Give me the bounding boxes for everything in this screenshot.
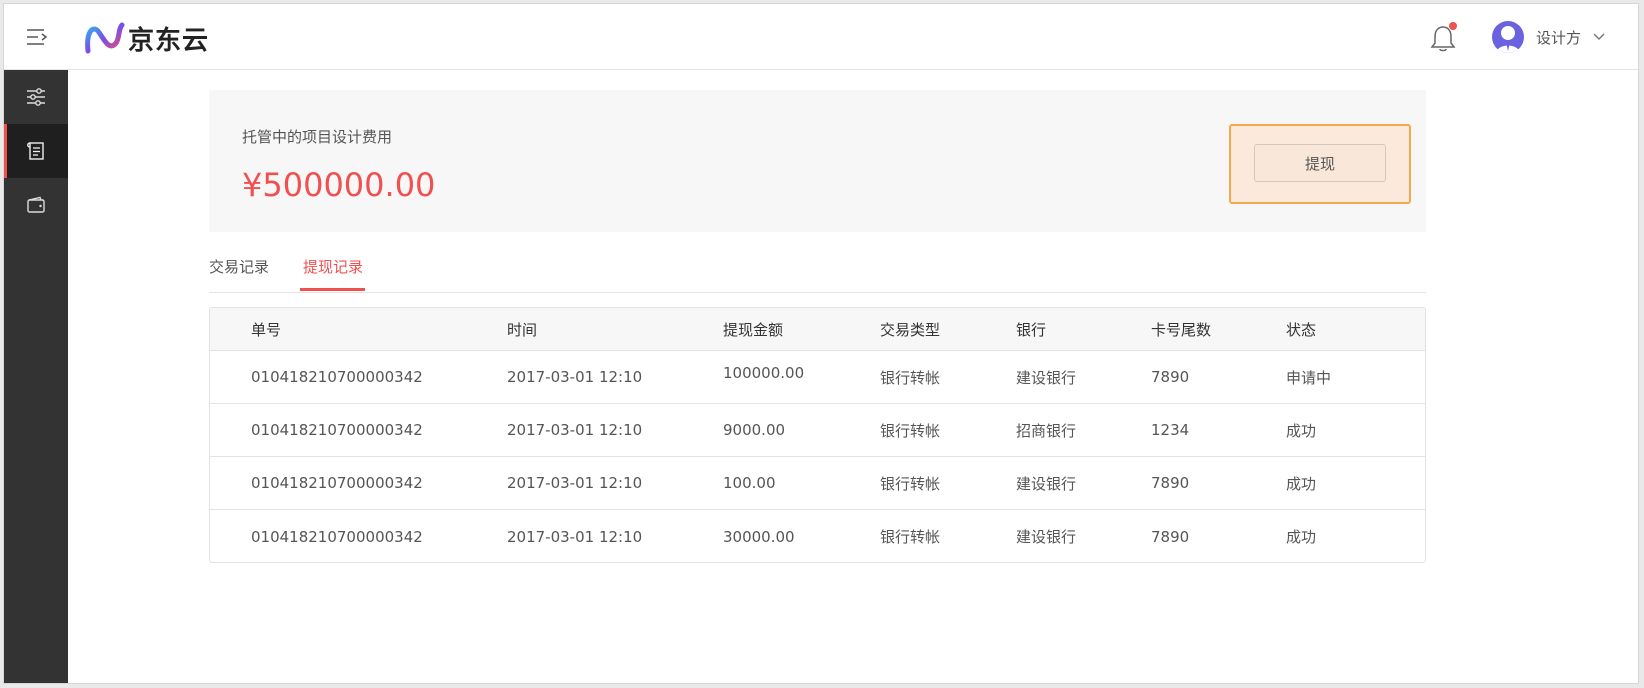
chevron-down-icon <box>1593 33 1605 40</box>
transaction-type: 银行转帐 <box>880 368 941 387</box>
column-header: 单号 <box>251 320 282 339</box>
column-header: 提现金额 <box>723 320 784 339</box>
order-number: 010418210700000342 <box>251 527 423 546</box>
column-header: 状态 <box>1286 320 1317 339</box>
brand-logo[interactable]: 京东云 <box>84 21 210 56</box>
active-tab-indicator <box>300 288 365 291</box>
card-tail: 7890 <box>1151 368 1190 386</box>
escrow-amount: ¥500000.00 <box>242 166 436 204</box>
column-header: 时间 <box>507 320 538 339</box>
column-header: 银行 <box>1016 320 1047 339</box>
table-row[interactable]: 010418210700000342 2017-03-01 12:10 9000… <box>210 404 1425 457</box>
receipt-icon <box>27 142 44 160</box>
brand-mark-icon <box>85 22 125 54</box>
bank: 建设银行 <box>1016 474 1077 493</box>
sidebar-item-wallet[interactable] <box>4 178 68 232</box>
escrow-label: 托管中的项目设计费用 <box>242 128 393 146</box>
status: 成功 <box>1286 421 1317 440</box>
status: 成功 <box>1286 528 1317 546</box>
time: 2017-03-01 12:10 <box>507 421 643 439</box>
record-tabs: 交易记录 提现记录 <box>209 244 1426 293</box>
card-tail: 7890 <box>1151 474 1190 492</box>
top-header: 京东云 设计方 <box>4 4 1638 70</box>
sidebar <box>4 70 68 683</box>
sliders-icon <box>27 88 45 106</box>
bank: 建设银行 <box>1016 368 1077 387</box>
user-menu[interactable]: 设计方 <box>1492 20 1605 54</box>
escrow-summary-card: 托管中的项目设计费用 ¥500000.00 提现 <box>209 90 1426 232</box>
withdrawal-table: 单号 时间 提现金额 交易类型 银行 卡号尾数 状态 0104182107000… <box>209 307 1426 563</box>
withdraw-button[interactable]: 提现 <box>1254 144 1386 182</box>
withdraw-amount: 100000.00 <box>723 364 805 382</box>
bank: 招商银行 <box>1016 421 1077 440</box>
bank: 建设银行 <box>1016 528 1077 546</box>
column-header: 卡号尾数 <box>1151 320 1212 339</box>
time: 2017-03-01 12:10 <box>507 474 643 492</box>
brand-name: 京东云 <box>128 25 210 56</box>
column-header: 交易类型 <box>880 320 941 339</box>
card-tail: 1234 <box>1151 421 1190 439</box>
transaction-type: 银行转帐 <box>880 528 941 546</box>
status: 申请中 <box>1286 368 1332 387</box>
table-row[interactable]: 010418210700000342 2017-03-01 12:10 3000… <box>210 510 1425 562</box>
order-number: 010418210700000342 <box>251 474 423 492</box>
avatar <box>1492 21 1524 53</box>
card-tail: 7890 <box>1151 527 1190 546</box>
time: 2017-03-01 12:10 <box>507 527 643 546</box>
tab-withdrawals[interactable]: 提现记录 <box>303 256 363 277</box>
user-avatar-icon <box>1496 26 1520 53</box>
withdraw-amount: 30000.00 <box>723 527 795 546</box>
order-number: 010418210700000342 <box>251 368 423 386</box>
withdraw-amount: 100.00 <box>723 474 776 492</box>
table-header: 单号 时间 提现金额 交易类型 银行 卡号尾数 状态 <box>210 308 1425 351</box>
withdraw-amount: 9000.00 <box>723 421 786 439</box>
wallet-icon <box>27 196 45 213</box>
user-name: 设计方 <box>1536 28 1582 47</box>
status: 成功 <box>1286 474 1317 493</box>
table-row[interactable]: 010418210700000342 2017-03-01 12:10 100.… <box>210 457 1425 510</box>
app-window: 京东云 设计方 托管中的项目设计费用 ¥500000.00 提现 交易记录 提现… <box>3 3 1639 684</box>
sidebar-item-records[interactable] <box>4 124 68 178</box>
order-number: 010418210700000342 <box>251 421 423 439</box>
withdraw-highlight: 提现 <box>1229 124 1411 204</box>
time: 2017-03-01 12:10 <box>507 368 643 386</box>
menu-toggle-icon[interactable] <box>26 28 50 46</box>
tab-transactions[interactable]: 交易记录 <box>209 256 269 277</box>
transaction-type: 银行转帐 <box>880 421 941 440</box>
sidebar-item-settings[interactable] <box>4 70 68 124</box>
notification-badge <box>1449 22 1457 30</box>
table-row[interactable]: 010418210700000342 2017-03-01 12:10 1000… <box>210 351 1425 404</box>
transaction-type: 银行转帐 <box>880 474 941 493</box>
